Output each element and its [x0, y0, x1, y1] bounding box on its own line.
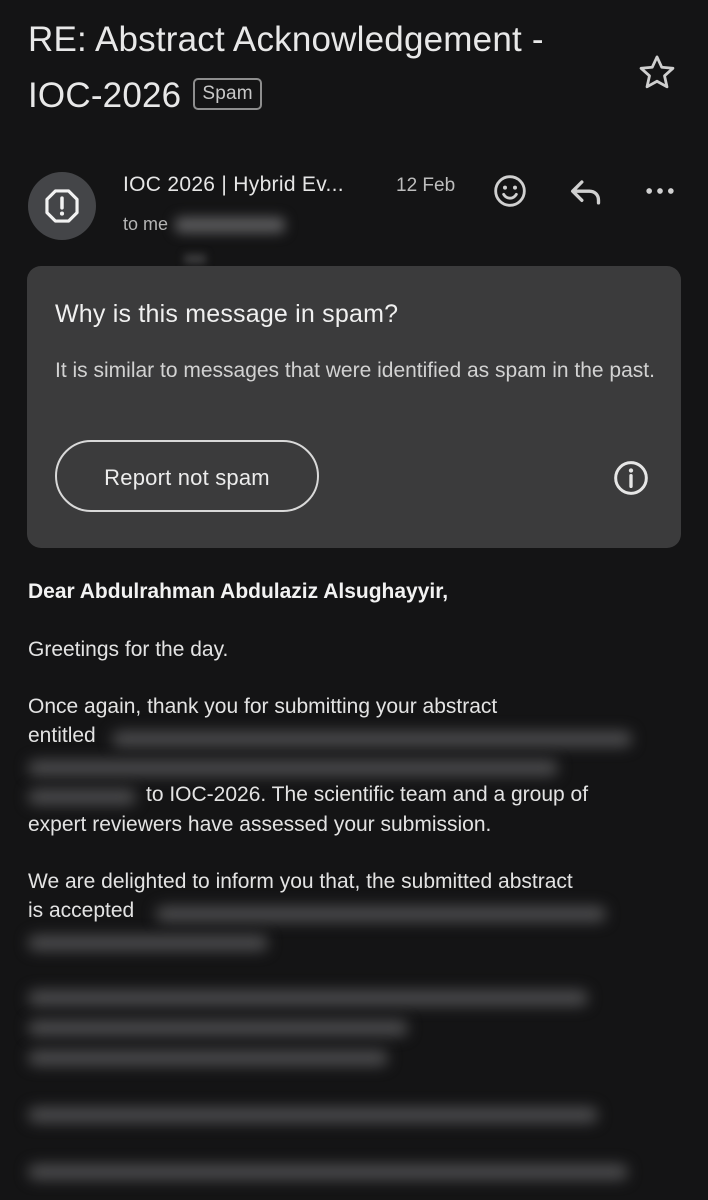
accepted-phrase: is accepted	[28, 899, 135, 922]
more-options-icon[interactable]	[640, 171, 680, 211]
emoji-reaction-icon[interactable]	[490, 171, 530, 211]
paragraph-thanks-line-1: Once again, thank you for submitting you…	[28, 695, 498, 718]
star-icon[interactable]	[636, 52, 678, 94]
redacted-paragraph-a1	[28, 990, 588, 1006]
spam-label-chip[interactable]: Spam	[193, 77, 262, 110]
paragraph-thanks-line-3: to IOC-2026. The scientific team and a g…	[146, 783, 589, 806]
greeting-line: Dear Abdulrahman Abdulaziz Alsughayyir,	[28, 580, 449, 603]
expand-details-chevron-icon[interactable]	[184, 254, 206, 264]
recipient-line[interactable]: to me	[123, 214, 286, 235]
redacted-paragraph-a3	[28, 1050, 388, 1066]
redacted-accept-2	[28, 935, 268, 951]
sender-avatar[interactable]	[28, 172, 96, 240]
report-not-spam-button[interactable]: Report not spam	[55, 440, 319, 512]
redacted-recipient	[175, 217, 286, 234]
subject-text: RE: Abstract Acknowledgement - IOC-2026	[28, 20, 544, 115]
redacted-title-1	[112, 731, 632, 747]
spam-alert-octagon-icon	[45, 189, 79, 223]
redacted-paragraph-c1	[28, 1164, 628, 1180]
paragraph-thanks-line-4: expert reviewers have assessed your subm…	[28, 813, 492, 836]
spam-notice-title: Why is this message in spam?	[55, 300, 399, 328]
redacted-title-2	[28, 760, 558, 776]
redacted-paragraph-a2	[28, 1020, 408, 1036]
email-subject: RE: Abstract Acknowledgement - IOC-2026 S…	[28, 12, 628, 124]
redacted-accept-1	[156, 906, 606, 922]
redacted-title-3	[28, 789, 136, 805]
redacted-paragraph-b1	[28, 1107, 598, 1123]
spam-notice-card: Why is this message in spam? It is simil…	[27, 266, 681, 548]
sender-name[interactable]: IOC 2026 | Hybrid Ev...	[123, 173, 344, 197]
greetings-line: Greetings for the day.	[28, 638, 229, 661]
email-date: 12 Feb	[396, 175, 456, 196]
info-icon[interactable]	[611, 458, 651, 498]
spam-notice-body: It is similar to messages that were iden…	[55, 359, 655, 382]
entitled-word: entitled	[28, 724, 96, 747]
paragraph-accept-line-1: We are delighted to inform you that, the…	[28, 870, 573, 893]
recipient-prefix: to me	[123, 214, 169, 234]
reply-icon[interactable]	[566, 172, 606, 212]
